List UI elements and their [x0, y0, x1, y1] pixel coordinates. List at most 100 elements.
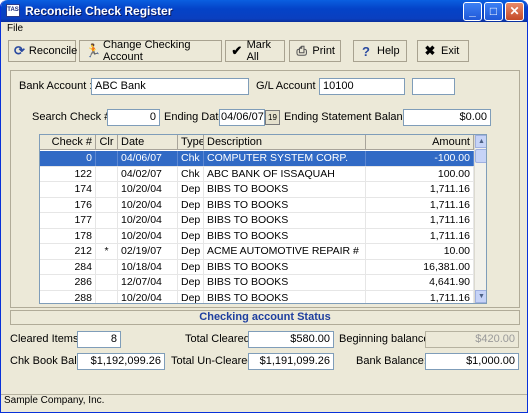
- cell-amount: 1,711.16: [366, 213, 474, 228]
- gl-account-label: G/L Account :: [256, 80, 322, 92]
- cell-clr: [96, 182, 118, 197]
- table-row[interactable]: 174 10/20/04 Dep BIBS TO BOOKS 1,711.16: [40, 182, 474, 198]
- table-row[interactable]: 286 12/07/04 Dep BIBS TO BOOKS 4,641.90: [40, 275, 474, 291]
- table-row[interactable]: 0 04/06/07 Chk COMPUTER SYSTEM CORP. -100.00: [40, 151, 474, 167]
- account-status-title: Checking account Status: [10, 310, 520, 325]
- search-check-label: Search Check # :: [32, 111, 117, 123]
- check-register-grid[interactable]: Check # Clr Date Type Description Amount…: [39, 134, 487, 304]
- grid-body: 0 04/06/07 Chk COMPUTER SYSTEM CORP. -100.00…: [40, 151, 474, 303]
- print-label: Print: [312, 45, 335, 57]
- cell-type: Dep: [178, 244, 204, 259]
- gl-account-field[interactable]: 10100: [319, 78, 405, 95]
- exit-label: Exit: [441, 45, 460, 57]
- search-check-field[interactable]: 0: [107, 109, 160, 126]
- cell-amount: 1,711.16: [366, 290, 474, 303]
- help-button[interactable]: ? Help: [353, 40, 407, 62]
- cell-type: Dep: [178, 259, 204, 274]
- cell-description: BIBS TO BOOKS: [204, 228, 366, 243]
- cell-date: 04/02/07: [118, 166, 178, 181]
- table-row[interactable]: 176 10/20/04 Dep BIBS TO BOOKS 1,711.16: [40, 197, 474, 213]
- cell-check-num: 122: [40, 166, 96, 181]
- cell-type: Dep: [178, 290, 204, 303]
- change-checking-account-button[interactable]: 🏃 Change Checking Account: [79, 39, 222, 63]
- cell-type: Dep: [178, 213, 204, 228]
- mark-all-button[interactable]: ✔ Mark All: [225, 39, 285, 63]
- cell-check-num: 288: [40, 290, 96, 303]
- table-row[interactable]: 177 10/20/04 Dep BIBS TO BOOKS 1,711.16: [40, 213, 474, 229]
- col-amount[interactable]: Amount: [366, 135, 474, 150]
- minimize-button[interactable]: _: [463, 2, 482, 21]
- cell-check-num: 0: [40, 151, 96, 166]
- scroll-thumb[interactable]: [475, 149, 486, 163]
- table-row[interactable]: 178 10/20/04 Dep BIBS TO BOOKS 1,711.16: [40, 228, 474, 244]
- calendar-icon[interactable]: 19: [265, 110, 280, 125]
- cell-check-num: 284: [40, 259, 96, 274]
- cell-clr: [96, 151, 118, 166]
- checkmark-icon: ✔: [231, 43, 243, 58]
- cell-type: Dep: [178, 182, 204, 197]
- exit-button[interactable]: ✖ Exit: [417, 40, 469, 62]
- app-window: TAS Reconcile Check Register _ □ ✕ File …: [0, 0, 528, 413]
- chk-book-bal-field: $1,192,099.26: [77, 353, 165, 370]
- ending-balance-field[interactable]: $0.00: [403, 109, 491, 126]
- cell-type: Chk: [178, 166, 204, 181]
- cell-date: 10/20/04: [118, 213, 178, 228]
- total-cleared-field: $580.00: [248, 331, 334, 348]
- title-bar[interactable]: TAS Reconcile Check Register _ □ ✕: [1, 0, 527, 22]
- maximize-button[interactable]: □: [484, 2, 503, 21]
- col-type[interactable]: Type: [178, 135, 204, 150]
- cell-date: 10/18/04: [118, 259, 178, 274]
- cell-amount: 4,641.90: [366, 275, 474, 290]
- col-description[interactable]: Description: [204, 135, 366, 150]
- col-check-num[interactable]: Check #: [40, 135, 96, 150]
- ending-date-field[interactable]: 04/06/07: [219, 109, 265, 126]
- cell-clr: [96, 275, 118, 290]
- cell-date: 04/06/07: [118, 151, 178, 166]
- cell-type: Dep: [178, 275, 204, 290]
- col-clr[interactable]: Clr: [96, 135, 118, 150]
- scroll-down-icon[interactable]: ▼: [475, 290, 486, 303]
- company-name: Sample Company, Inc.: [4, 395, 105, 406]
- bank-account-field[interactable]: ABC Bank: [91, 78, 249, 95]
- ending-balance-label: Ending Statement Balance:: [284, 111, 418, 123]
- cell-description: BIBS TO BOOKS: [204, 259, 366, 274]
- mark-all-label: Mark All: [246, 39, 272, 63]
- gl-account-extra-field[interactable]: [412, 78, 455, 95]
- help-label: Help: [377, 45, 400, 57]
- cell-check-num: 177: [40, 213, 96, 228]
- menu-bar: File: [1, 22, 527, 36]
- question-icon: ?: [362, 43, 370, 59]
- grid-scrollbar[interactable]: ▲ ▼: [474, 135, 486, 303]
- cleared-items-field: 8: [77, 331, 121, 348]
- printer-icon: ⎙: [296, 43, 307, 58]
- cell-description: BIBS TO BOOKS: [204, 213, 366, 228]
- x-icon: ✖: [424, 43, 436, 58]
- cell-date: 02/19/07: [118, 244, 178, 259]
- cell-check-num: 286: [40, 275, 96, 290]
- col-date[interactable]: Date: [118, 135, 178, 150]
- cell-amount: 1,711.16: [366, 228, 474, 243]
- cleared-items-label: Cleared Items:: [10, 333, 82, 345]
- cell-amount: 1,711.16: [366, 197, 474, 212]
- reconcile-button[interactable]: ⟳ Reconcile: [8, 40, 77, 62]
- print-button[interactable]: ⎙ Print: [289, 40, 341, 62]
- table-row[interactable]: 284 10/18/04 Dep BIBS TO BOOKS 16,381.00: [40, 259, 474, 275]
- total-uncleared-field: $1,191,099.26: [248, 353, 334, 370]
- close-button[interactable]: ✕: [505, 2, 524, 21]
- cell-description: ACME AUTOMOTIVE REPAIR #: [204, 244, 366, 259]
- cell-check-num: 178: [40, 228, 96, 243]
- status-bar: Sample Company, Inc.: [1, 394, 527, 407]
- scroll-up-icon[interactable]: ▲: [475, 135, 486, 148]
- cell-date: 10/20/04: [118, 290, 178, 303]
- menu-file[interactable]: File: [7, 23, 23, 34]
- table-row[interactable]: 212 * 02/19/07 Dep ACME AUTOMOTIVE REPAIR #1…: [40, 244, 474, 260]
- table-row[interactable]: 122 04/02/07 Chk ABC BANK OF ISSAQUAH 100.00: [40, 166, 474, 182]
- cell-check-num: 176: [40, 197, 96, 212]
- cell-clr: [96, 259, 118, 274]
- cell-description: BIBS TO BOOKS: [204, 182, 366, 197]
- cell-clr: [96, 166, 118, 181]
- beginning-balance-field: $420.00: [425, 331, 519, 348]
- grid-header: Check # Clr Date Type Description Amount: [40, 135, 474, 150]
- table-row[interactable]: 288 10/20/04 Dep BIBS TO BOOKS 1,711.16: [40, 290, 474, 303]
- change-account-label: Change Checking Account: [103, 39, 191, 63]
